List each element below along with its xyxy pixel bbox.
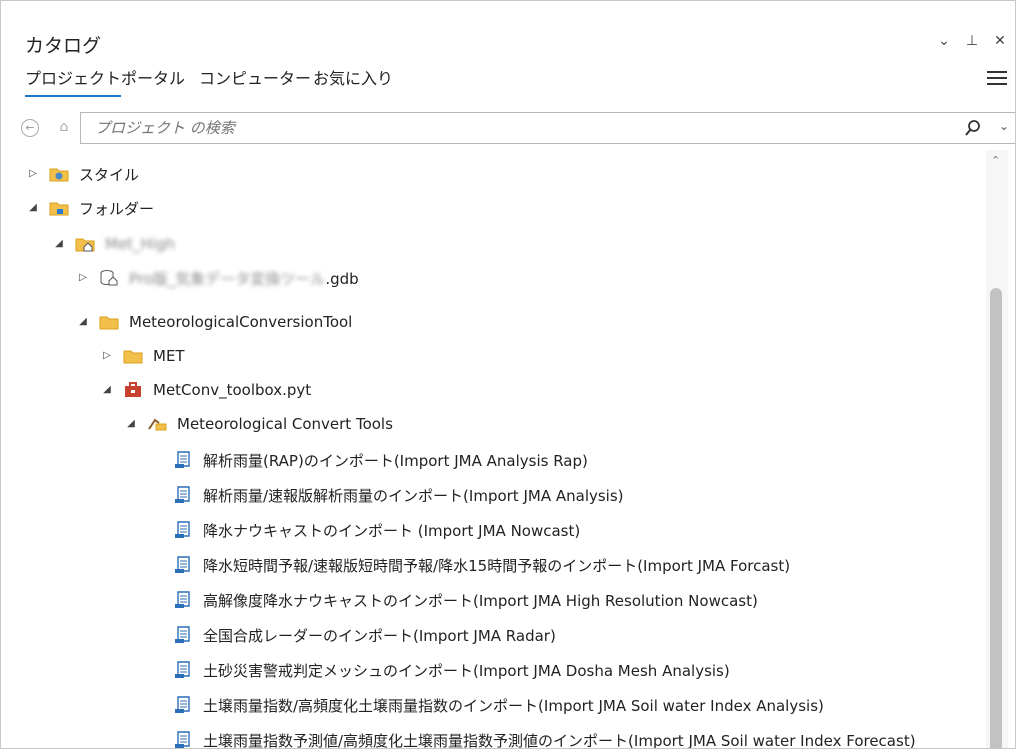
scrollbar-thumb[interactable] [990, 288, 1002, 748]
back-arrow-icon[interactable]: ← [21, 119, 39, 137]
tool-item[interactable]: 高解像度降水ナウキャストのインポート(Import JMA High Resol… [173, 585, 758, 615]
tab-favorites[interactable]: お気に入り [313, 65, 393, 95]
collapse-arrow-icon[interactable]: ◢ [101, 384, 113, 396]
tool-label: 全国合成レーダーのインポート(Import JMA Radar) [203, 626, 556, 645]
search-input[interactable] [93, 118, 917, 138]
tool-item[interactable]: 解析雨量/速報版解析雨量のインポート(Import JMA Analysis) [173, 480, 624, 510]
tool-label: 降水ナウキャストのインポート (Import JMA Nowcast) [203, 521, 581, 540]
expand-arrow-icon[interactable]: ▷ [27, 168, 39, 180]
tree-item-label: MeteorologicalConversionTool [129, 313, 353, 331]
tab-portal[interactable]: ポータル [121, 65, 185, 95]
home-folder-icon [75, 235, 95, 253]
expand-arrow-icon[interactable]: ▷ [101, 350, 113, 362]
tool-item[interactable]: 解析雨量(RAP)のインポート(Import JMA Analysis Rap) [173, 445, 588, 475]
collapse-arrow-icon[interactable]: ◢ [125, 418, 137, 430]
tool-label: 降水短時間予報/速報版短時間予報/降水15時間予報のインポート(Import J… [203, 556, 791, 575]
tree-item-toolset[interactable]: ◢ Meteorological Convert Tools [125, 409, 393, 439]
folder-icon [123, 347, 143, 365]
tree-item-folders[interactable]: ◢ フォルダー [27, 193, 154, 223]
search-options-chevron-icon[interactable]: ⌄ [999, 119, 1009, 133]
python-toolbox-icon [123, 381, 143, 399]
folder-icon [49, 199, 69, 217]
vertical-scrollbar[interactable]: ⌃ [986, 150, 1008, 748]
script-tool-icon [173, 661, 193, 679]
tree-item-gdb[interactable]: ▷ Pro版_気象データ変換ツール.gdb [77, 263, 359, 293]
tree-item-label: スタイル [79, 165, 140, 184]
script-tool-icon [173, 731, 193, 748]
tree-item-met-high[interactable]: ◢ Met_High [53, 229, 175, 259]
pane-title: カタログ [25, 35, 102, 57]
script-tool-icon [173, 591, 193, 609]
script-tool-icon [173, 556, 193, 574]
catalog-pane: カタログ ⌄ ⊥ ✕ プロジェクト ポータル コンピューター お気に入り ← ⌂… [0, 0, 1016, 749]
tool-item[interactable]: 土壌雨量指数予測値/高頻度化土壌雨量指数予測値のインポート(Import JMA… [173, 725, 916, 749]
pane-titlebar: カタログ ⌄ ⊥ ✕ [11, 29, 1007, 59]
tree-item-met-conv-tool[interactable]: ◢ MeteorologicalConversionTool [77, 307, 352, 337]
search-icon[interactable] [965, 119, 981, 137]
expand-arrow-icon[interactable]: ▷ [77, 272, 89, 284]
tab-computer[interactable]: コンピューター [199, 65, 311, 95]
close-icon[interactable]: ✕ [993, 33, 1007, 49]
pin-icon[interactable]: ⊥ [965, 33, 979, 49]
catalog-tree: ▷ スタイル ◢ フォルダー ◢ Met_High ▷ Pro版_気象データ変換… [1, 153, 986, 749]
tree-item-label: フォルダー [79, 199, 155, 218]
tree-item-met[interactable]: ▷ MET [101, 341, 185, 371]
collapse-arrow-icon[interactable]: ◢ [53, 238, 65, 250]
tool-label: 解析雨量(RAP)のインポート(Import JMA Analysis Rap) [203, 451, 588, 470]
script-tool-icon [173, 521, 193, 539]
tree-item-label: MET [153, 347, 185, 365]
search-bar: ← ⌂ ⌄ [18, 112, 1015, 144]
tool-item[interactable]: 土砂災害警戒判定メッシュのインポート(Import JMA Dosha Mesh… [173, 655, 730, 685]
script-tool-icon [173, 696, 193, 714]
tool-item[interactable]: 土壌雨量指数/高頻度化土壌雨量指数のインポート(Import JMA Soil … [173, 690, 824, 720]
gdb-name-blurred: Pro版_気象データ変換ツール [129, 269, 326, 288]
search-box: ⌄ [80, 112, 1015, 144]
folder-icon [99, 313, 119, 331]
tool-label: 土砂災害警戒判定メッシュのインポート(Import JMA Dosha Mesh… [203, 661, 730, 680]
tree-item-toolbox[interactable]: ◢ MetConv_toolbox.pyt [101, 375, 311, 405]
geodatabase-icon [99, 269, 119, 287]
tree-item-label: MetConv_toolbox.pyt [153, 381, 312, 399]
home-icon[interactable]: ⌂ [56, 119, 72, 135]
tool-label: 解析雨量/速報版解析雨量のインポート(Import JMA Analysis) [203, 486, 624, 505]
hamburger-menu-icon[interactable] [987, 71, 1007, 87]
tool-label: 土壌雨量指数/高頻度化土壌雨量指数のインポート(Import JMA Soil … [203, 696, 824, 715]
tree-item-label: Pro版_気象データ変換ツール.gdb [129, 268, 359, 289]
tool-item[interactable]: 降水ナウキャストのインポート (Import JMA Nowcast) [173, 515, 580, 545]
tab-project[interactable]: プロジェクト [25, 65, 122, 97]
script-tool-icon [173, 626, 193, 644]
toolset-icon [147, 415, 167, 433]
script-tool-icon [173, 451, 193, 469]
gdb-suffix: .gdb [325, 269, 359, 288]
tree-item-label: Meteorological Convert Tools [177, 415, 393, 433]
styles-folder-icon [49, 165, 69, 183]
catalog-tabs: プロジェクト ポータル コンピューター お気に入り [25, 65, 1009, 97]
script-tool-icon [173, 486, 193, 504]
collapse-arrow-icon[interactable]: ◢ [27, 202, 39, 214]
tool-label: 高解像度降水ナウキャストのインポート(Import JMA High Resol… [203, 591, 758, 610]
tree-item-styles[interactable]: ▷ スタイル [27, 159, 139, 189]
scroll-up-arrow-icon[interactable]: ⌃ [991, 154, 1000, 167]
tool-item[interactable]: 全国合成レーダーのインポート(Import JMA Radar) [173, 620, 556, 650]
tool-label: 土壌雨量指数予測値/高頻度化土壌雨量指数予測値のインポート(Import JMA… [203, 731, 916, 749]
tool-item[interactable]: 降水短時間予報/速報版短時間予報/降水15時間予報のインポート(Import J… [173, 550, 790, 580]
tree-item-label: Met_High [105, 235, 176, 253]
collapse-arrow-icon[interactable]: ◢ [77, 316, 89, 328]
chevron-down-icon[interactable]: ⌄ [937, 33, 951, 49]
